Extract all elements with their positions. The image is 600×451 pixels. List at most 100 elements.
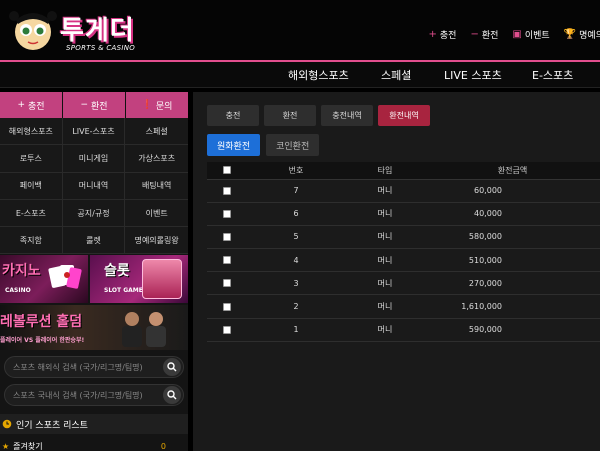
row-amount: 580,000 [425,225,600,250]
top-link-honor[interactable]: 🏆 명예의 [564,28,600,41]
table-row: 2 머니 1,610,000 [207,294,600,319]
players-icon [122,312,166,348]
sidebar-menu: 해외형스포츠 LIVE-스포츠 스페셜 로투스 미니게임 가상스포츠 페이백 머… [0,118,188,255]
sidebar-item[interactable]: 해외형스포츠 [0,118,63,146]
sidebar-item[interactable]: 룰렛 [62,227,126,255]
logo-title: 투게더 [60,16,135,46]
star-icon: ★ [2,441,10,451]
slot-banner[interactable]: 슬롯 SLOT GAME [90,255,188,304]
row-number: 5 [247,225,345,250]
row-number: 6 [247,202,345,226]
row-amount: 1,610,000 [425,294,600,319]
top-link-label: 명예의 [579,31,600,41]
table-row: 7 머니 60,000 [207,179,600,203]
sidebar-item[interactable]: 로투스 [0,145,63,173]
top-link-withdraw[interactable]: − 환전 [470,28,498,41]
sidebar-item[interactable]: 머니내역 [62,172,126,200]
table-row: 6 머니 40,000 [207,202,600,226]
row-type: 머니 [345,271,425,296]
mascot-icon [9,11,57,50]
select-all-checkbox[interactable] [223,166,231,175]
row-checkbox[interactable] [223,325,231,334]
row-checkbox[interactable] [223,232,231,241]
sidebar-item[interactable]: LIVE-스포츠 [62,118,126,146]
nav-item-live-sports[interactable]: LIVE 스포츠 [444,67,502,83]
slot-machine-icon [142,259,182,300]
banner-row: 카지노 CASINO 슬롯 SLOT GAME [0,255,188,304]
top-link-deposit[interactable]: + 충전 [429,28,457,41]
sidebar-item[interactable]: 미니게임 [62,145,126,173]
deposit-button[interactable]: + 충전 [0,92,63,118]
row-checkbox[interactable] [223,279,231,288]
sidebar-item[interactable]: 족지함 [0,227,63,255]
row-checkbox[interactable] [223,302,231,311]
row-checkbox[interactable] [223,186,231,195]
row-checkbox[interactable] [223,256,231,265]
slot-banner-title: 슬롯 [104,263,130,280]
overseas-search-box [4,356,184,379]
subtab-coin-withdraw[interactable]: 코인환전 [266,134,320,156]
row-amount: 40,000 [425,202,600,226]
row-number: 1 [247,318,345,342]
row-number: 7 [247,179,345,203]
row-type: 머니 [345,318,425,342]
row-type: 머니 [345,294,425,319]
table-row: 4 머니 510,000 [207,248,600,273]
row-amount: 510,000 [425,248,600,273]
sidebar-item[interactable]: 명예의롤링왕 [125,227,188,255]
minus-icon: − [80,100,88,110]
nav-item-special[interactable]: 스페셜 [381,67,411,83]
row-type: 머니 [345,179,425,203]
sidebar-item[interactable]: E-스포츠 [0,199,63,228]
column-header: 타입 [345,162,425,180]
table-row: 1 머니 590,000 [207,318,600,342]
search-button[interactable] [163,386,181,405]
overseas-search-input[interactable] [13,362,153,372]
row-number: 2 [247,294,345,319]
favorites-item[interactable]: ★ 즐겨찾기 0 [0,438,188,451]
subtab-krw-withdraw[interactable]: 원화환전 [207,134,261,156]
inquiry-button[interactable]: ❗ 문의 [126,92,188,118]
row-amount: 590,000 [425,318,600,342]
plus-icon: + [17,100,25,110]
tab-withdraw-history[interactable]: 환전내역 [378,105,430,126]
row-number: 3 [247,271,345,296]
sidebar: + 충전 − 환전 ❗ 문의 해외형스포츠 LIVE-스포츠 스페셜 로투스 미… [0,92,188,451]
row-checkbox[interactable] [223,209,231,218]
domestic-search-input[interactable] [13,390,153,400]
info-icon: ❗ [141,100,153,110]
top-link-event[interactable]: ▣ 이벤트 [512,28,549,41]
sidebar-item[interactable]: 페이백 [0,172,63,200]
top-link-label: 이벤트 [524,31,550,41]
sidebar-item[interactable]: 배팅내역 [125,172,188,200]
tab-withdraw[interactable]: 환전 [264,105,316,126]
nav-item-overseas-sports[interactable]: 해외형스포츠 [288,67,349,83]
search-button[interactable] [163,358,181,377]
minus-icon: − [470,29,479,40]
holdem-banner-subtitle: 플레이어 VS 플레이어 한판승부! [0,337,85,345]
sidebar-item[interactable]: 공지/규정 [62,199,126,228]
nav-item-esports[interactable]: E-스포츠 [532,67,573,83]
tab-bar: 충전 환전 충전내역 환전내역 [207,105,430,126]
row-amount: 60,000 [425,179,600,203]
favorites-count: 0 [160,441,166,451]
logo[interactable]: 투게더 SPORTS & CASINO [8,6,148,56]
sidebar-item[interactable]: 가상스포츠 [125,145,188,173]
row-type: 머니 [345,225,425,250]
column-header: 환전금액 [425,162,600,180]
holdem-banner[interactable]: 레볼루션 홀덤 플레이어 VS 플레이어 한판승부! [0,305,188,351]
withdraw-button[interactable]: − 환전 [63,92,126,118]
tab-deposit[interactable]: 충전 [207,105,259,126]
tab-deposit-history[interactable]: 충전내역 [321,105,373,126]
sidebar-item[interactable]: 이벤트 [125,199,188,228]
row-number: 4 [247,248,345,273]
row-type: 머니 [345,248,425,273]
casino-banner[interactable]: 카지노 CASINO [0,255,88,304]
top-link-label: 충전 [439,31,457,41]
row-amount: 270,000 [425,271,600,296]
top-link-label: 환전 [481,31,499,41]
favorites-label: 즐겨찾기 [13,441,43,451]
sidebar-item[interactable]: 스페셜 [125,118,188,146]
popular-sports-header: 인기 스포츠 리스트 [0,414,188,435]
main-nav: 해외형스포츠 스페셜 LIVE 스포츠 E-스포츠 [0,62,600,88]
